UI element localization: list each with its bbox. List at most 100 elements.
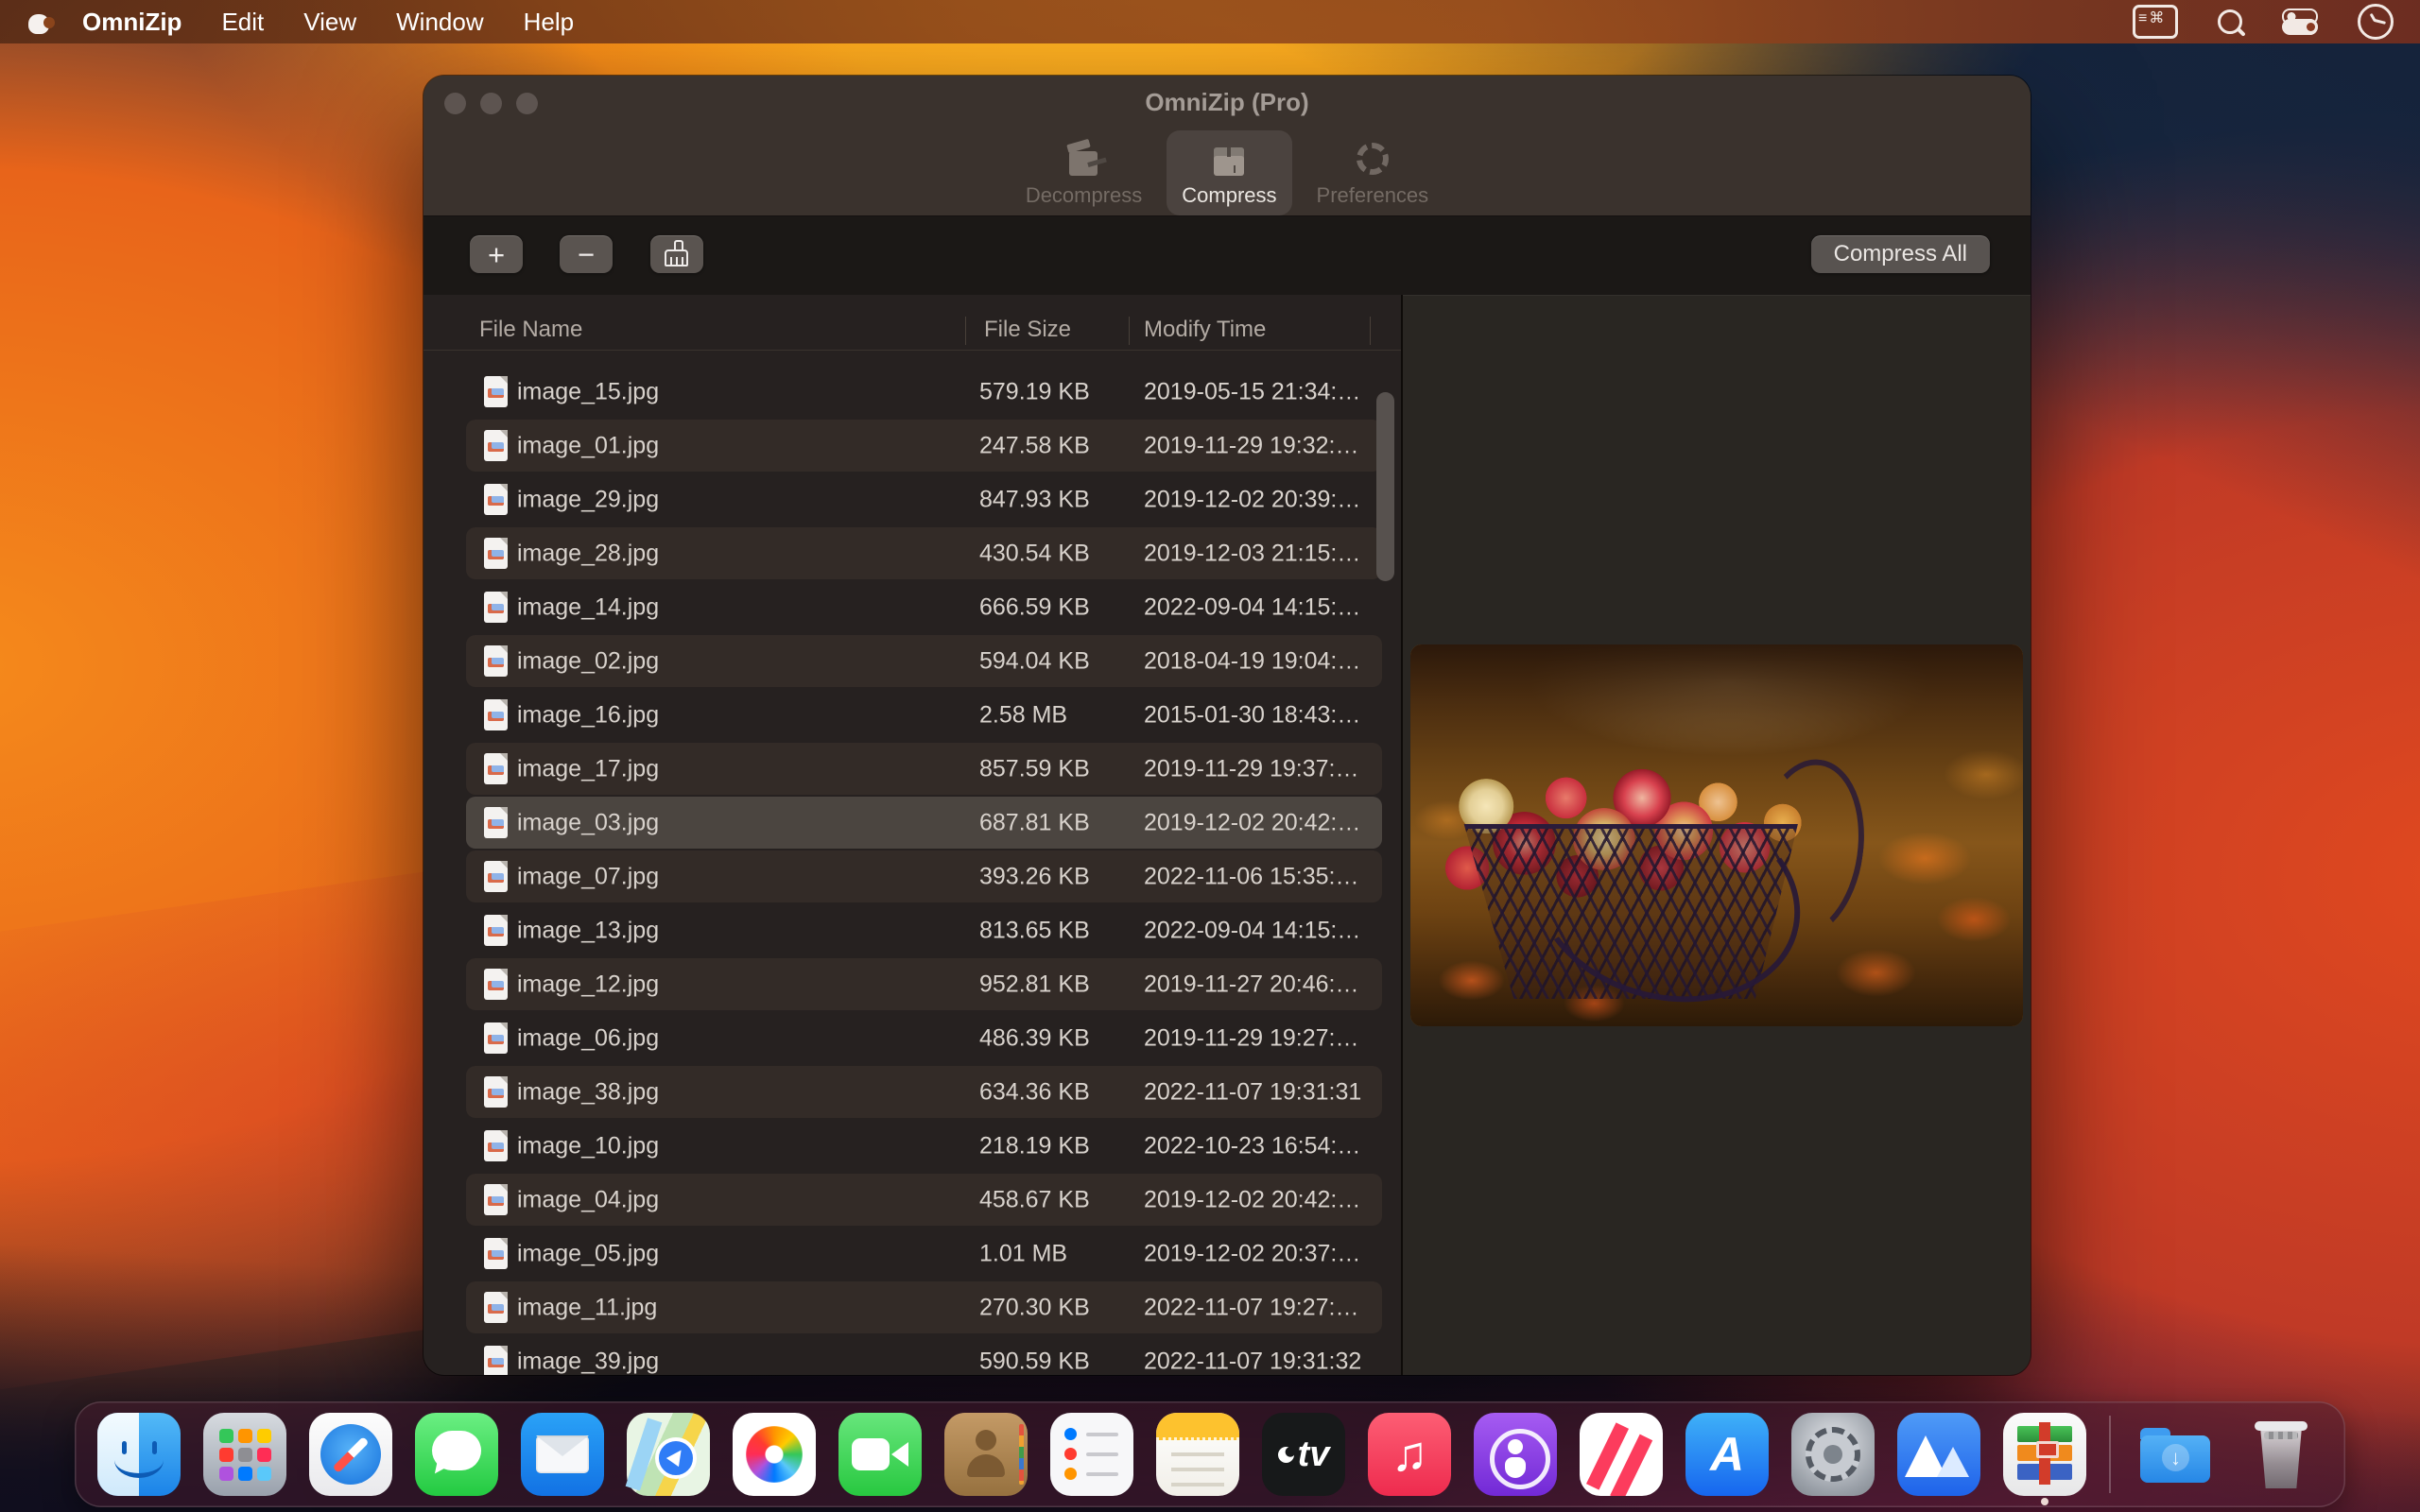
dock [75, 1401, 2345, 1507]
file-size: 486.39 KB [979, 1024, 1090, 1052]
table-row[interactable]: image_13.jpg 813.65 KB 2022-09-04 14:15:… [424, 903, 1401, 957]
icon-part [967, 1454, 1005, 1477]
dock-omnizip-icon[interactable] [2003, 1413, 2086, 1496]
table-row[interactable]: image_10.jpg 218.19 KB 2022-10-23 16:54:… [424, 1119, 1401, 1173]
image-preview[interactable] [1410, 644, 2023, 1026]
dock-downloads-icon[interactable] [2134, 1413, 2217, 1496]
dock-maps-icon[interactable] [627, 1413, 710, 1496]
menu-view[interactable]: View [284, 0, 376, 43]
dock-trash-icon[interactable] [2239, 1413, 2323, 1496]
table-row[interactable]: image_03.jpg 687.81 KB 2019-12-02 20:42:… [424, 796, 1401, 850]
dock-mountains-icon[interactable] [1897, 1413, 1980, 1496]
column-divider[interactable] [1370, 317, 1371, 345]
dock-news-icon[interactable] [1580, 1413, 1663, 1496]
tab-decompress[interactable]: Decompress [1011, 130, 1157, 215]
jpeg-file-icon [484, 538, 508, 569]
file-modify-time: 2019-12-02 20:39:… [1144, 486, 1360, 513]
table-row[interactable]: image_07.jpg 393.26 KB 2022-11-06 15:35:… [424, 850, 1401, 903]
column-header-file-name[interactable]: File Name [479, 317, 582, 343]
dock-appstore-icon[interactable] [1685, 1413, 1769, 1496]
file-rows: image_15.jpg 579.19 KB 2019-05-15 21:34:… [424, 365, 1401, 1375]
file-name: image_04.jpg [517, 1186, 659, 1213]
file-size: 218.19 KB [979, 1132, 1090, 1160]
dock-facetime-icon[interactable] [838, 1413, 922, 1496]
column-header-modify-time[interactable]: Modify Time [1144, 317, 1266, 343]
table-row[interactable]: image_29.jpg 847.93 KB 2019-12-02 20:39:… [424, 472, 1401, 526]
icon-part [1392, 1430, 1428, 1479]
dock-settings-icon[interactable] [1791, 1413, 1875, 1496]
dock-music-icon[interactable] [1368, 1413, 1451, 1496]
dock-podcasts-icon[interactable] [1474, 1413, 1557, 1496]
table-row[interactable]: image_28.jpg 430.54 KB 2019-12-03 21:15:… [424, 526, 1401, 580]
jpeg-file-icon [484, 645, 508, 677]
file-modify-time: 2019-12-02 20:37:… [1144, 1240, 1360, 1267]
dock-tv-icon[interactable] [1262, 1413, 1345, 1496]
tab-preferences[interactable]: Preferences [1302, 130, 1444, 215]
apple-menu-icon[interactable] [28, 9, 49, 34]
dock-notes-icon[interactable] [1156, 1413, 1239, 1496]
icon-part [1298, 1436, 1330, 1472]
table-row[interactable]: image_38.jpg 634.36 KB 2022-11-07 19:31:… [424, 1065, 1401, 1119]
icon-part [1505, 1457, 1526, 1478]
icon-part [2162, 1444, 2189, 1471]
dock-finder-icon[interactable] [97, 1413, 181, 1496]
jpeg-file-icon [484, 1292, 508, 1323]
table-row[interactable]: image_01.jpg 247.58 KB 2019-11-29 19:32:… [424, 419, 1401, 472]
icon-part [891, 1442, 908, 1467]
add-files-button[interactable]: + [470, 235, 523, 273]
menu-help[interactable]: Help [504, 0, 594, 43]
icon-part [852, 1438, 890, 1470]
dock-safari-icon[interactable] [309, 1413, 392, 1496]
dock-messages-icon[interactable] [415, 1413, 498, 1496]
file-modify-time: 2022-11-07 19:31:31 [1144, 1078, 1361, 1106]
compress-all-button[interactable]: Compress All [1811, 235, 1990, 273]
file-modify-time: 2022-11-07 19:27:… [1144, 1294, 1358, 1321]
column-divider[interactable] [1129, 317, 1130, 345]
dock-launchpad-icon[interactable] [203, 1413, 286, 1496]
table-row[interactable]: image_15.jpg 579.19 KB 2019-05-15 21:34:… [424, 365, 1401, 419]
table-row[interactable]: image_17.jpg 857.59 KB 2019-11-29 19:37:… [424, 742, 1401, 796]
dock-reminders-icon[interactable] [1050, 1413, 1133, 1496]
menu-window[interactable]: Window [376, 0, 503, 43]
remove-files-button[interactable]: − [560, 235, 613, 273]
dock-photos-icon[interactable] [733, 1413, 816, 1496]
control-center-icon[interactable] [2282, 7, 2318, 37]
title-bar[interactable]: OmniZip (Pro) DecompressCompressPreferen… [424, 76, 2031, 215]
file-modify-time: 2019-11-27 20:46:… [1144, 971, 1358, 998]
jpeg-file-icon [484, 1130, 508, 1161]
search-icon[interactable] [2218, 9, 2242, 34]
clock-icon[interactable] [2358, 4, 2394, 40]
menu-omnizip[interactable]: OmniZip [62, 0, 201, 43]
clear-list-button[interactable] [650, 235, 703, 273]
file-name: image_02.jpg [517, 647, 659, 675]
dock-separator [2109, 1416, 2111, 1493]
dock-contacts-icon[interactable] [944, 1413, 1028, 1496]
table-row[interactable]: image_02.jpg 594.04 KB 2018-04-19 19:04:… [424, 634, 1401, 688]
dock-mail-icon[interactable] [521, 1413, 604, 1496]
menu-bar: OmniZipEditViewWindowHelp [0, 0, 2420, 43]
tab-compress[interactable]: Compress [1167, 130, 1291, 215]
table-row[interactable]: image_16.jpg 2.58 MB 2015-01-30 18:43:… [424, 688, 1401, 742]
menu-edit[interactable]: Edit [201, 0, 284, 43]
jpeg-file-icon [484, 1022, 508, 1054]
table-row[interactable]: image_06.jpg 486.39 KB 2019-11-29 19:27:… [424, 1011, 1401, 1065]
jpeg-file-icon [484, 969, 508, 1000]
omnizip-window: OmniZip (Pro) DecompressCompressPreferen… [424, 76, 2031, 1375]
icon-part [1508, 1439, 1523, 1454]
column-divider[interactable] [965, 317, 966, 345]
icon-part [1586, 1422, 1629, 1489]
table-row[interactable]: image_04.jpg 458.67 KB 2019-12-02 20:42:… [424, 1173, 1401, 1227]
table-row[interactable]: image_39.jpg 590.59 KB 2022-11-07 19:31:… [424, 1334, 1401, 1375]
file-modify-time: 2019-11-29 19:27:… [1144, 1024, 1358, 1052]
jpeg-file-icon [484, 861, 508, 892]
table-row[interactable]: image_11.jpg 270.30 KB 2022-11-07 19:27:… [424, 1280, 1401, 1334]
keyboard-switcher-icon[interactable] [2133, 5, 2178, 39]
table-row[interactable]: image_12.jpg 952.81 KB 2019-11-27 20:46:… [424, 957, 1401, 1011]
jpeg-file-icon [484, 753, 508, 784]
scrollbar-thumb[interactable] [1376, 392, 1394, 581]
column-header-file-size[interactable]: File Size [984, 317, 1071, 343]
file-name: image_39.jpg [517, 1348, 659, 1375]
file-name: image_01.jpg [517, 432, 659, 459]
table-row[interactable]: image_05.jpg 1.01 MB 2019-12-02 20:37:… [424, 1227, 1401, 1280]
table-row[interactable]: image_14.jpg 666.59 KB 2022-09-04 14:15:… [424, 580, 1401, 634]
